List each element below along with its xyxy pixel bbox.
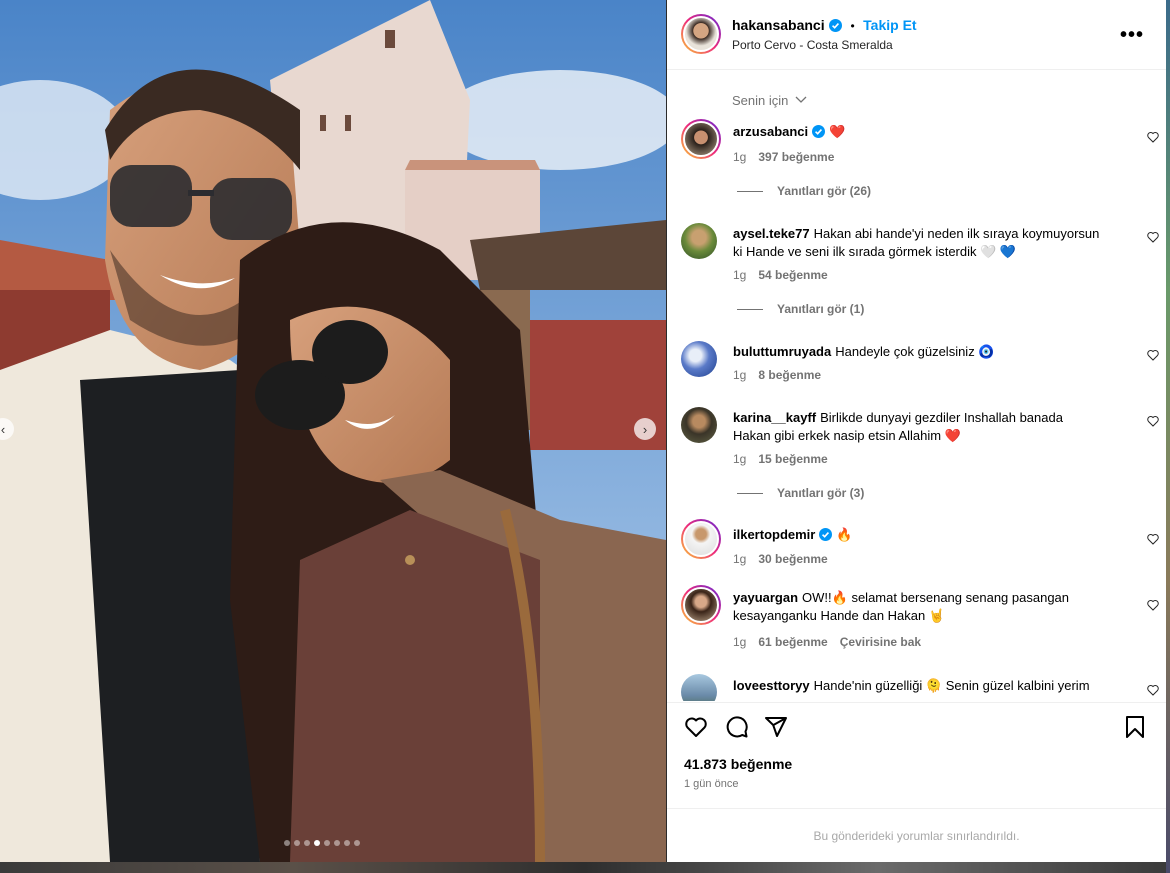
comment-text: loveesttoryy Hande'nin güzelliği 🫠 Senin … — [733, 677, 1103, 695]
comment-time: 1g — [733, 635, 747, 649]
verified-badge-icon — [829, 19, 843, 32]
comment-body: ❤️ — [829, 124, 846, 139]
verified-badge-icon — [819, 528, 833, 541]
post-likes-count[interactable]: 41.873 beğenme — [684, 756, 792, 772]
carousel-dot — [354, 840, 360, 846]
photo-illustration — [0, 0, 666, 862]
carousel-next-button[interactable]: › — [634, 418, 656, 440]
author-avatar[interactable] — [681, 14, 721, 54]
comment-meta: 1g 54 beğenme — [733, 268, 840, 282]
follow-button[interactable]: Takip Et — [863, 17, 916, 33]
commenter-avatar[interactable] — [681, 341, 717, 377]
replies-line — [737, 492, 763, 494]
author-username[interactable]: hakansabanci — [732, 17, 825, 33]
post-side-panel: hakansabanci • Takip Et Porto Cervo - Co… — [667, 0, 1166, 862]
comment-likes[interactable]: 397 beğenme — [758, 150, 834, 164]
carousel-dot — [304, 840, 310, 846]
comment-like-heart-icon[interactable] — [1147, 231, 1159, 243]
comment-meta: 1g 8 beğenme — [733, 368, 833, 382]
comment-time: 1g — [733, 368, 747, 382]
comment-like-heart-icon[interactable] — [1147, 415, 1159, 427]
view-replies-button[interactable]: Yanıtları gör (1) — [737, 302, 864, 316]
view-replies-button[interactable]: Yanıtları gör (3) — [737, 486, 864, 500]
carousel-dot — [344, 840, 350, 846]
post-actions: 41.873 beğenme 1 gün önce — [667, 702, 1166, 807]
comment-body: 🔥 — [836, 527, 853, 542]
carousel-dot — [284, 840, 290, 846]
comment-bubble-icon[interactable] — [725, 715, 749, 739]
post-location[interactable]: Porto Cervo - Costa Smeralda — [732, 38, 893, 52]
comment-username[interactable]: arzusabanci — [733, 124, 808, 139]
comment-sort-dropdown[interactable]: Senin için — [732, 93, 807, 108]
commenter-avatar[interactable] — [681, 407, 717, 443]
carousel-dot — [324, 840, 330, 846]
comment-text: arzusabanci ❤️ — [733, 123, 1103, 141]
carousel-dot — [294, 840, 300, 846]
comment-username[interactable]: loveesttoryy — [733, 678, 810, 693]
comment-time: 1g — [733, 452, 747, 466]
separator-dot: • — [850, 19, 855, 33]
verified-badge-icon — [812, 125, 826, 138]
see-translation-button[interactable]: Çevirisine bak — [840, 635, 921, 649]
comment-like-heart-icon[interactable] — [1147, 533, 1159, 545]
instagram-post-modal: ‹ › hakansabanci • Takip Et Porto Cervo — [0, 0, 1170, 873]
post-timestamp[interactable]: 1 gün önce — [684, 778, 738, 790]
more-options-icon[interactable]: ••• — [1120, 24, 1144, 47]
comment-text: buluttumruyada Handeyle çok güzelsiniz 🧿 — [733, 343, 1103, 361]
comment-likes[interactable]: 61 beğenme — [758, 635, 827, 649]
post-photo[interactable]: ‹ › — [0, 0, 666, 862]
save-bookmark-icon[interactable] — [1124, 715, 1146, 739]
comment-time: 1g — [733, 268, 747, 282]
comment-text: karina__kayff Birlikde dunyayi gezdiler I… — [733, 409, 1103, 445]
comment-meta: 1g 15 beğenme — [733, 452, 840, 466]
share-send-icon[interactable] — [764, 715, 788, 739]
comments-list[interactable]: Senin için arzusabanci ❤️ 1g 397 beğenme Y… — [667, 71, 1166, 701]
commenter-avatar[interactable] — [681, 119, 721, 159]
comment-username[interactable]: ilkertopdemir — [733, 527, 815, 542]
view-replies-button[interactable]: Yanıtları gör (26) — [737, 184, 871, 198]
comment-time: 1g — [733, 150, 747, 164]
comment-meta: 1g 30 beğenme — [733, 552, 840, 566]
comment-like-heart-icon[interactable] — [1147, 349, 1159, 361]
background-feed-strip — [0, 862, 1170, 873]
comment-text: yayuargan OW!!🔥 selamat bersenang senang … — [733, 589, 1103, 625]
comment-username[interactable]: karina__kayff — [733, 410, 816, 425]
carousel-dot-active — [314, 840, 320, 846]
background-feed-edge — [1166, 0, 1170, 873]
carousel-dots — [284, 840, 360, 846]
comment-likes[interactable]: 30 beğenme — [758, 552, 827, 566]
comment-body: Handeyle çok güzelsiniz 🧿 — [835, 344, 995, 359]
comment-username[interactable]: yayuargan — [733, 590, 798, 605]
replies-line — [737, 190, 763, 192]
comment-username[interactable]: buluttumruyada — [733, 344, 831, 359]
comment-meta: 1g 61 beğenme Çevirisine bak — [733, 635, 933, 649]
comment-like-heart-icon[interactable] — [1147, 131, 1159, 143]
comment-likes[interactable]: 54 beğenme — [758, 268, 827, 282]
comment-time: 1g — [733, 552, 747, 566]
commenter-avatar[interactable] — [681, 519, 721, 559]
comment-likes[interactable]: 15 beğenme — [758, 452, 827, 466]
comment-username[interactable]: aysel.teke77 — [733, 226, 810, 241]
comment-likes[interactable]: 8 beğenme — [758, 368, 821, 382]
comment-body: Hande'nin güzelliği 🫠 Senin güzel kalbin… — [813, 678, 1090, 693]
comment-text: ilkertopdemir 🔥 — [733, 526, 1103, 544]
chevron-down-icon — [795, 96, 807, 103]
comment-like-heart-icon[interactable] — [1147, 599, 1159, 611]
comments-limited-notice: Bu gönderideki yorumlar sınırlandırıldı. — [667, 808, 1166, 862]
commenter-avatar[interactable] — [681, 674, 717, 701]
comment-sort-label: Senin için — [732, 93, 789, 108]
like-heart-icon[interactable] — [684, 715, 708, 739]
author-line: hakansabanci • Takip Et — [732, 17, 917, 35]
commenter-avatar[interactable] — [681, 223, 717, 259]
carousel-dot — [334, 840, 340, 846]
comment-meta: 1g 397 beğenme — [733, 150, 846, 164]
comment-text: aysel.teke77 Hakan abi hande'yi neden ilk… — [733, 225, 1103, 261]
post-header: hakansabanci • Takip Et Porto Cervo - Co… — [667, 0, 1166, 70]
comment-like-heart-icon[interactable] — [1147, 684, 1159, 696]
replies-line — [737, 308, 763, 310]
commenter-avatar[interactable] — [681, 585, 721, 625]
